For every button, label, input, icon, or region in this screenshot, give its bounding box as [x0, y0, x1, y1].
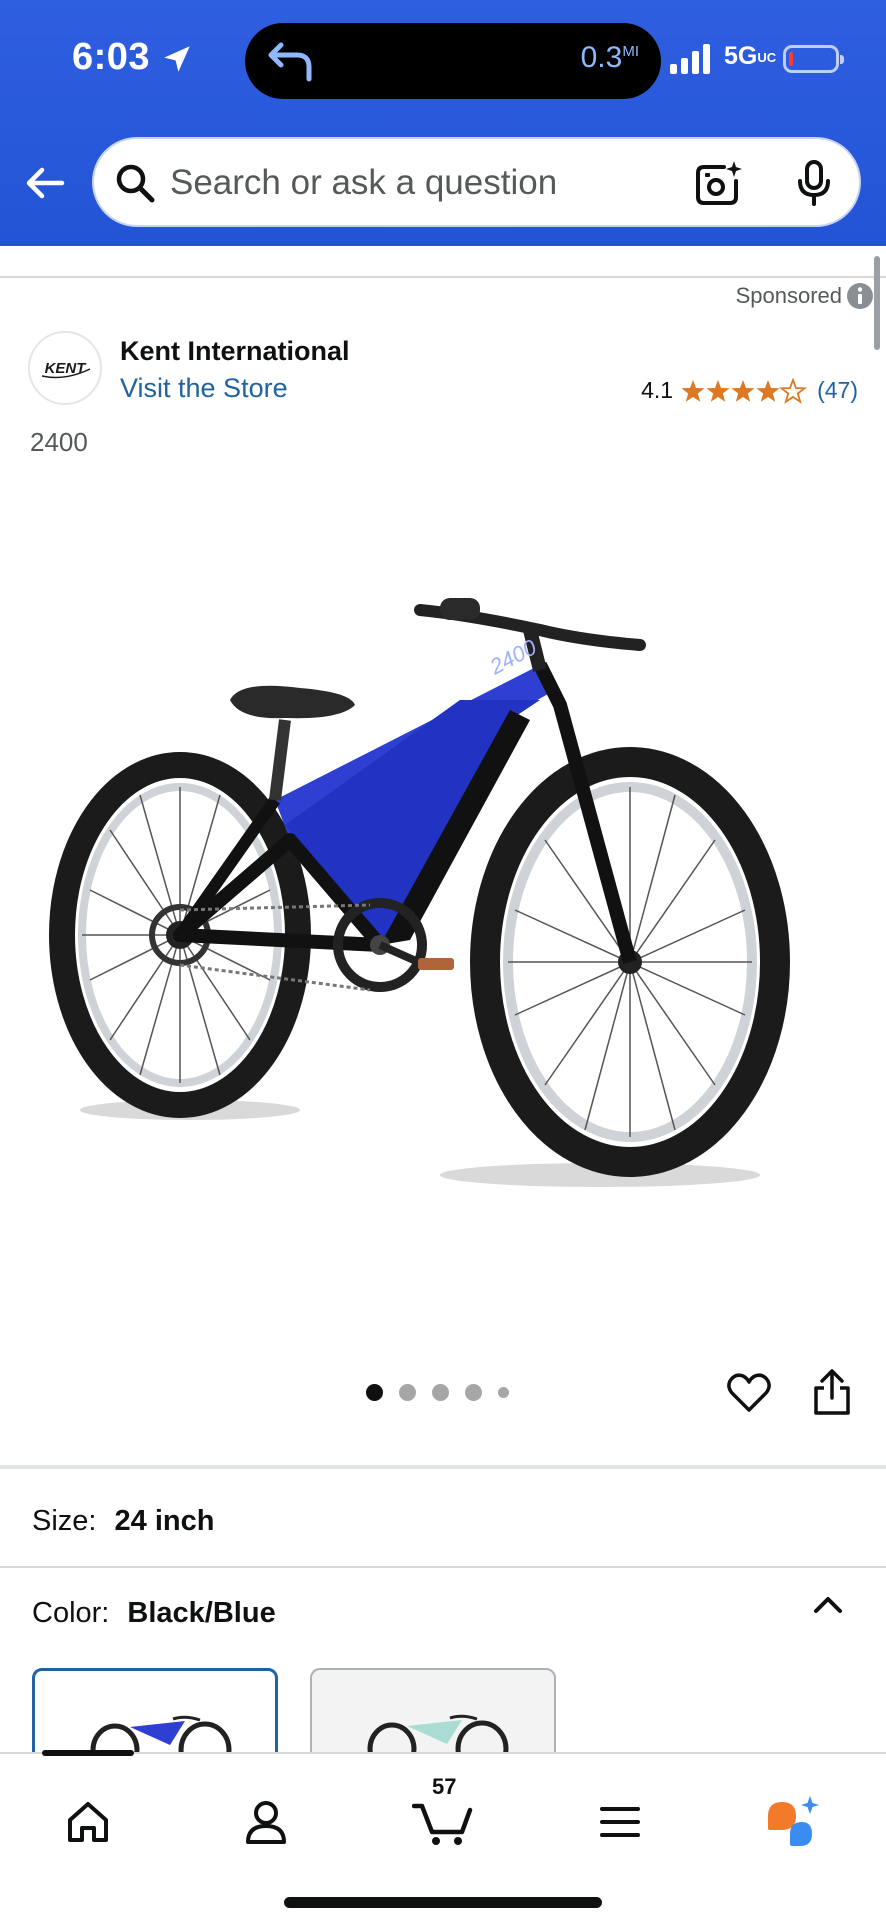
microphone-icon[interactable]: [794, 159, 834, 207]
account-icon[interactable]: [242, 1798, 290, 1846]
carousel-dot[interactable]: [366, 1384, 383, 1401]
search-placeholder: Search or ask a question: [170, 163, 558, 202]
search-bar[interactable]: Search or ask a question: [92, 137, 861, 227]
search-icon: [116, 164, 155, 203]
chevron-up-icon[interactable]: [812, 1594, 844, 1614]
sponsored-label: Sponsored: [735, 283, 842, 308]
review-count: (47): [817, 377, 858, 403]
app-header: 6:03 0.3MI 5GUC Search or ask a question: [0, 0, 886, 246]
turn-back-icon: [268, 42, 312, 82]
cart-count: 57: [432, 1774, 457, 1799]
scrollbar[interactable]: [874, 256, 880, 350]
saddle: [230, 685, 355, 719]
brand-logo[interactable]: KENT: [28, 331, 102, 405]
color-value: Black/Blue: [127, 1597, 276, 1629]
section-divider: [0, 1566, 886, 1568]
share-icon[interactable]: [810, 1368, 854, 1416]
section-divider: [0, 1465, 886, 1469]
product-image[interactable]: 2400: [40, 570, 850, 1210]
color-label: Color:: [32, 1597, 110, 1629]
dynamic-island[interactable]: 0.3MI: [245, 23, 661, 99]
brand-name: Kent International: [120, 336, 350, 366]
home-icon[interactable]: [64, 1798, 112, 1846]
size-selector[interactable]: Size: 24 inch: [32, 1505, 214, 1538]
rating-summary[interactable]: 4.1 (47): [641, 377, 858, 404]
info-icon[interactable]: [846, 282, 874, 310]
heart-icon[interactable]: [726, 1372, 772, 1414]
rufus-assistant-icon[interactable]: [764, 1794, 826, 1850]
bottom-navigation: 57: [0, 1750, 886, 1920]
star-rating-icon: [681, 378, 806, 403]
color-selector[interactable]: Color: Black/Blue: [32, 1597, 276, 1630]
carousel-dot[interactable]: [399, 1384, 416, 1401]
active-tab-indicator: [42, 1750, 134, 1756]
visit-store-link[interactable]: Visit the Store: [120, 373, 288, 404]
image-carousel-dots[interactable]: [366, 1384, 509, 1401]
menu-icon[interactable]: [596, 1798, 644, 1846]
size-value: 24 inch: [114, 1505, 215, 1537]
back-arrow-icon[interactable]: [22, 160, 68, 206]
cellular-signal-icon: [670, 44, 710, 74]
navigation-distance: 0.3MI: [580, 41, 639, 74]
status-time: 6:03: [72, 36, 151, 78]
location-arrow-icon: [164, 46, 190, 72]
size-label: Size:: [32, 1505, 97, 1537]
product-model: 2400: [30, 427, 88, 457]
carousel-dot[interactable]: [498, 1387, 509, 1398]
home-indicator[interactable]: [284, 1897, 602, 1908]
carousel-dot[interactable]: [432, 1384, 449, 1401]
camera-lens-icon[interactable]: [694, 159, 742, 207]
kent-logo-icon: KENT: [41, 360, 91, 379]
rating-value: 4.1: [641, 377, 674, 403]
svg-text:KENT: KENT: [45, 360, 88, 377]
network-type: 5GUC: [724, 42, 777, 70]
carousel-dot[interactable]: [465, 1384, 482, 1401]
battery-icon: [783, 45, 844, 73]
previous-section-edge: [0, 246, 886, 278]
